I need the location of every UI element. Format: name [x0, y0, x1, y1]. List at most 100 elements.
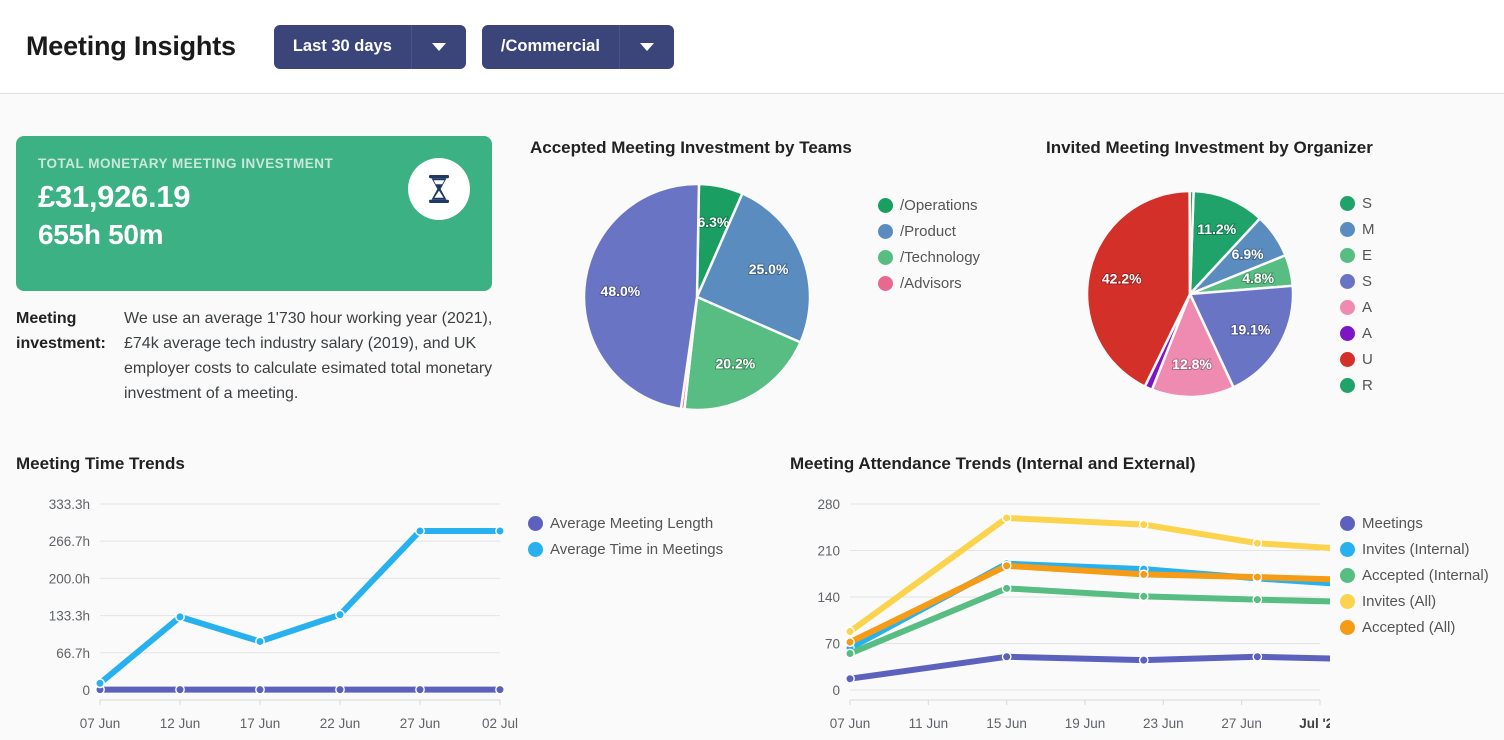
attendance-trends-legend: Meetings Invites (Internal) Accepted (Inte…: [1340, 510, 1489, 640]
series-point[interactable]: [845, 673, 855, 684]
x-axis-tick-label: 07 Jun: [80, 716, 121, 731]
legend-time-trends-item[interactable]: Average Time in Meetings: [528, 536, 723, 562]
legend-swatch-icon: [878, 223, 893, 239]
series-point[interactable]: [415, 684, 425, 695]
chevron-down-icon[interactable]: [410, 24, 466, 69]
legend-organizer-item[interactable]: M: [1340, 216, 1504, 242]
series-point[interactable]: [175, 684, 185, 695]
legend-label: /Advisors: [900, 274, 962, 292]
kpi-subvalue: 655h 50m: [38, 219, 164, 250]
legend-swatch-icon: [1340, 195, 1355, 211]
series-point[interactable]: [1252, 651, 1263, 662]
accepted-by-teams-legend: /Operations/Product/Technology/Advisors: [878, 192, 980, 296]
legend-time-trends-item[interactable]: Average Meeting Length: [528, 510, 723, 536]
legend-label: Accepted (All): [1362, 618, 1456, 636]
chevron-down-icon[interactable]: [618, 24, 674, 69]
legend-operations-item[interactable]: /Operations: [878, 192, 980, 218]
x-axis-tick-label: 07 Jun: [830, 716, 871, 731]
kpi-label: TOTAL MONETARY MEETING INVESTMENT: [38, 156, 334, 171]
pie-slice-label: 20.2%: [716, 356, 756, 372]
series-point[interactable]: [1252, 594, 1263, 605]
x-axis-tick-label: 02 Jul: [482, 716, 518, 731]
x-axis-tick-label: 22 Jun: [320, 716, 361, 731]
series-point[interactable]: [1138, 569, 1149, 580]
series-point[interactable]: [335, 609, 345, 620]
series-point[interactable]: [335, 684, 345, 695]
series-point[interactable]: [495, 526, 505, 536]
series-point[interactable]: [845, 637, 855, 648]
legend-organizer-item[interactable]: U: [1340, 346, 1504, 372]
legend-organizer-item[interactable]: E: [1340, 242, 1504, 268]
page-title: Meeting Insights: [26, 31, 236, 61]
meeting-investment-note: Meeting investment: We use an average 1'…: [16, 306, 494, 406]
legend-label: Average Time in Meetings: [550, 540, 724, 558]
y-axis-tick-label: 66.7h: [56, 646, 90, 661]
legend-attendance-item[interactable]: Invites (All): [1340, 588, 1489, 614]
x-axis-tick-label: 27 Jun: [1221, 716, 1262, 731]
y-axis-tick-label: 333.3h: [49, 497, 90, 512]
series-point[interactable]: [95, 678, 105, 689]
legend-operations-item[interactable]: /Technology: [878, 244, 980, 270]
pie-slice-label: 6.9%: [1232, 246, 1264, 262]
pie-slice-label: 12.8%: [1172, 356, 1212, 372]
legend-label: /Technology: [900, 248, 981, 266]
legend-organizer-item[interactable]: A: [1340, 320, 1504, 346]
series-point[interactable]: [495, 684, 505, 695]
accepted-by-teams-pie: 6.3% 25.0% 20.2% 48.0%: [582, 182, 812, 412]
legend-swatch-icon: [1340, 351, 1355, 367]
series-point[interactable]: [1138, 655, 1149, 666]
series-point[interactable]: [255, 684, 265, 695]
x-axis-tick-label: 12 Jun: [160, 716, 201, 731]
y-axis-tick-label: 200.0h: [49, 571, 90, 586]
series-point[interactable]: [845, 648, 855, 659]
legend-swatch-icon: [1340, 325, 1355, 341]
meeting-time-trends-legend: Average Meeting Length Average Time in Me…: [528, 510, 723, 562]
legend-operations-item[interactable]: /Product: [878, 218, 980, 244]
series-point[interactable]: [1138, 591, 1149, 602]
legend-swatch-icon: [1340, 377, 1355, 393]
legend-organizer-item[interactable]: S: [1340, 268, 1504, 294]
note-term: Meeting investment:: [16, 310, 106, 352]
series-point[interactable]: [1138, 519, 1149, 530]
legend-attendance-item[interactable]: Accepted (All): [1340, 614, 1489, 640]
y-axis-tick-label: 210: [817, 544, 840, 559]
pie-slice-label: 6.3%: [697, 214, 729, 230]
y-axis-tick-label: 280: [817, 497, 840, 512]
series-point[interactable]: [1001, 583, 1012, 594]
date-range-dropdown[interactable]: Last 30 days: [273, 24, 466, 69]
series-point[interactable]: [1001, 651, 1012, 662]
legend-label: /Operations: [900, 196, 978, 214]
legend-organizer-item[interactable]: R: [1340, 372, 1504, 398]
y-axis-tick-label: 70: [825, 637, 840, 652]
legend-organizer-item[interactable]: S: [1340, 190, 1504, 216]
legend-label: Invites (Internal): [1362, 540, 1470, 558]
dashboard-bottom-row: Meeting Time Trends 0 66.7h 133.3h 200.0h 26…: [0, 442, 1504, 740]
x-axis-tick-label: 27 Jun: [400, 716, 441, 731]
legend-operations-item[interactable]: /Advisors: [878, 270, 980, 296]
series-point[interactable]: [175, 611, 185, 622]
legend-swatch-icon: [528, 541, 543, 557]
hourglass-icon: [408, 158, 470, 220]
kpi-value: £31,926.19: [38, 179, 191, 214]
series-line[interactable]: [97, 527, 503, 687]
pie-slice-label: 11.2%: [1197, 221, 1236, 237]
team-scope-dropdown[interactable]: /Commercial: [481, 24, 674, 69]
legend-attendance-item[interactable]: Invites (Internal): [1340, 536, 1489, 562]
series-point[interactable]: [845, 626, 855, 637]
series-point[interactable]: [1001, 560, 1012, 571]
legend-swatch-icon: [878, 275, 893, 291]
series-point[interactable]: [1001, 513, 1012, 523]
series-point[interactable]: [1252, 538, 1263, 549]
legend-label: A: [1362, 324, 1373, 342]
legend-label: S: [1362, 194, 1373, 212]
series-point[interactable]: [255, 636, 265, 647]
pie-slice-label: 42.2%: [1102, 270, 1142, 286]
legend-attendance-item[interactable]: Accepted (Internal): [1340, 562, 1489, 588]
total-investment-card: TOTAL MONETARY MEETING INVESTMENT £31,92…: [16, 136, 492, 291]
legend-attendance-item[interactable]: Meetings: [1340, 510, 1489, 536]
team-scope-dropdown-label: /Commercial: [500, 37, 600, 55]
series-point[interactable]: [1252, 572, 1263, 582]
legend-organizer-item[interactable]: A: [1340, 294, 1504, 320]
attendance-trends-title: Meeting Attendance Trends (Internal and …: [790, 454, 1196, 473]
series-point[interactable]: [415, 526, 425, 536]
